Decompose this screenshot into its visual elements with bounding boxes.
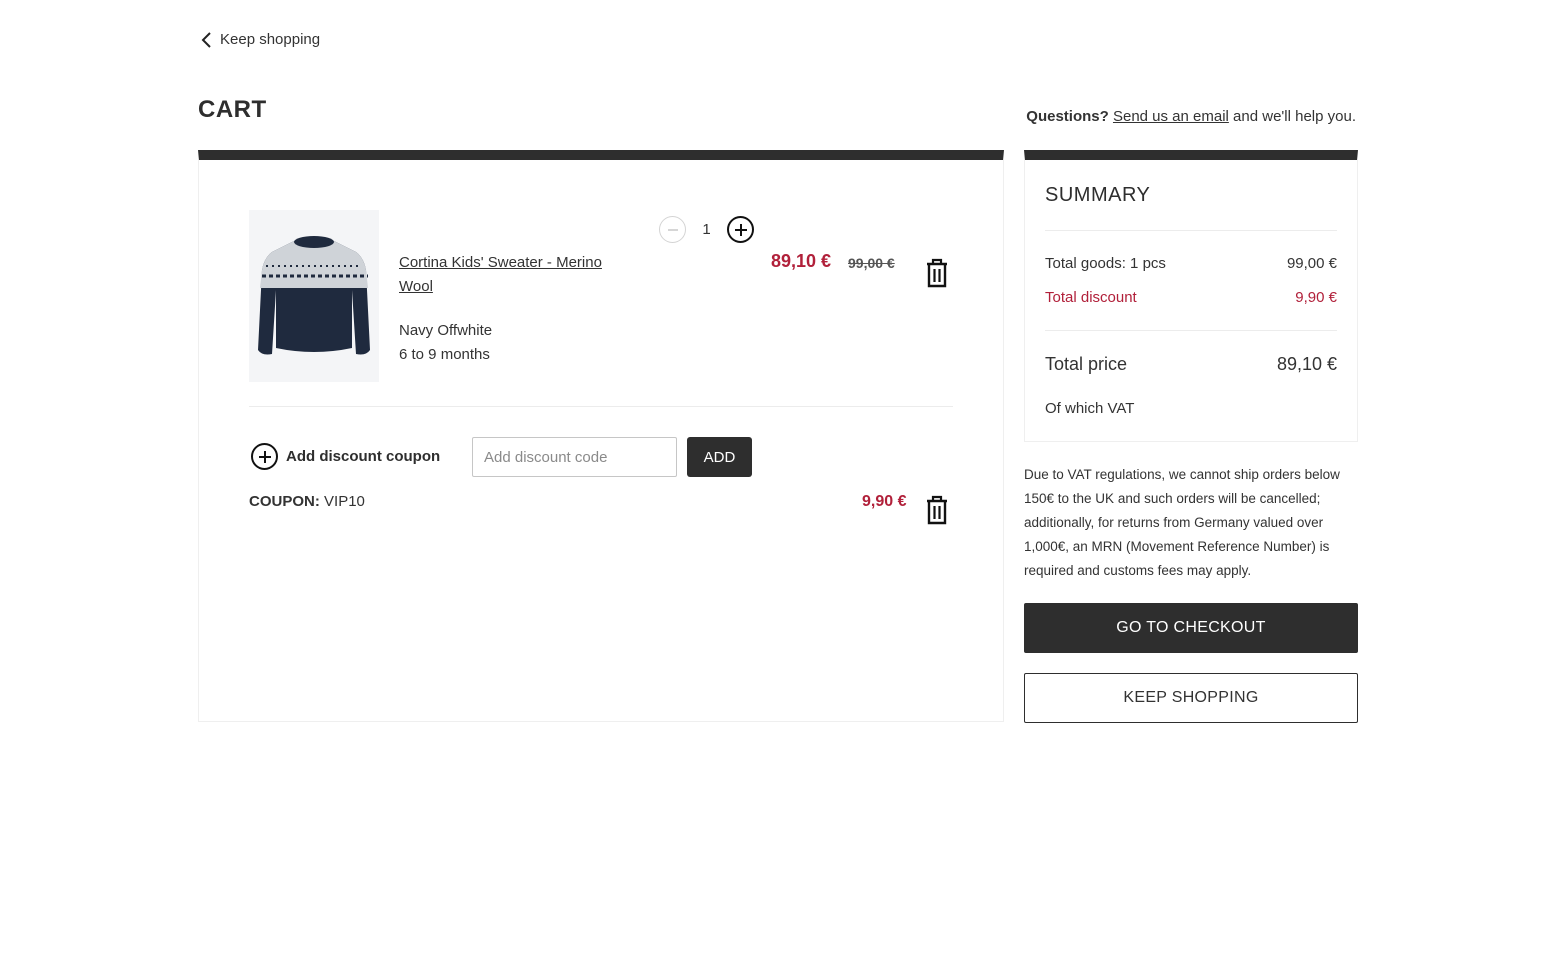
summary-divider xyxy=(1045,230,1337,231)
add-discount-coupon-toggle[interactable]: Add discount coupon xyxy=(251,443,440,470)
add-coupon-button[interactable]: ADD xyxy=(687,437,752,477)
total-goods-row: Total goods: 1 pcs 99,00 € xyxy=(1045,255,1337,272)
applied-coupon-code: VIP10 xyxy=(324,493,365,510)
minus-icon xyxy=(667,228,678,231)
increase-quantity-button[interactable] xyxy=(727,216,754,243)
order-summary: SUMMARY Total goods: 1 pcs 99,00 € Total… xyxy=(1024,150,1358,442)
summary-title: SUMMARY xyxy=(1045,184,1151,206)
add-coupon-plus-icon xyxy=(251,443,278,470)
item-original-price: 99,00 € xyxy=(848,255,895,271)
help-prefix: Questions? xyxy=(1026,108,1109,125)
item-divider xyxy=(249,406,953,407)
add-discount-coupon-label: Add discount coupon xyxy=(286,448,441,465)
total-discount-value: 9,90 € xyxy=(1295,289,1337,306)
total-discount-row: Total discount 9,90 € xyxy=(1045,289,1337,306)
total-goods-label: Total goods: 1 pcs xyxy=(1045,255,1166,272)
total-price-value: 89,10 € xyxy=(1276,354,1337,374)
summary-divider xyxy=(1045,330,1337,331)
decrease-quantity-button[interactable] xyxy=(659,216,686,243)
help-suffix: and we'll help you. xyxy=(1233,108,1356,125)
product-size: 6 to 9 months xyxy=(399,346,490,363)
sweater-icon xyxy=(258,236,370,355)
item-price: 89,10 € xyxy=(771,251,832,271)
total-discount-label: Total discount xyxy=(1045,289,1137,306)
quantity-stepper: 1 xyxy=(659,216,754,243)
vat-label: Of which VAT xyxy=(1045,400,1135,417)
total-price-row: Total price 89,10 € xyxy=(1045,354,1337,375)
product-name-link[interactable]: Cortina Kids' Sweater - Merino Wool xyxy=(399,251,629,299)
keep-shopping-link[interactable]: Keep shopping xyxy=(200,31,320,48)
applied-coupon: COUPON: VIP10 xyxy=(249,493,365,510)
keep-shopping-button[interactable]: KEEP SHOPPING xyxy=(1024,673,1358,723)
send-email-link[interactable]: Send us an email xyxy=(1113,108,1229,125)
applied-coupon-amount: 9,90 € xyxy=(862,493,907,510)
cart-panel: Cortina Kids' Sweater - Merino Wool Navy… xyxy=(198,150,1004,722)
product-color: Navy Offwhite xyxy=(399,322,493,339)
total-goods-value: 99,00 € xyxy=(1286,255,1337,272)
chevron-left-icon xyxy=(201,31,211,48)
plus-icon xyxy=(734,223,747,236)
go-to-checkout-button[interactable]: GO TO CHECKOUT xyxy=(1024,603,1358,653)
product-image[interactable] xyxy=(249,210,379,382)
quantity-value: 1 xyxy=(702,221,711,238)
remove-item-trash-icon[interactable] xyxy=(924,258,950,288)
vat-notice: Due to VAT regulations, we cannot ship o… xyxy=(1024,467,1340,578)
keep-shopping-label: Keep shopping xyxy=(220,31,321,48)
help-text: Questions? Send us an email and we'll he… xyxy=(1026,108,1356,125)
remove-coupon-trash-icon[interactable] xyxy=(924,495,950,525)
applied-coupon-label: COUPON: xyxy=(249,493,320,510)
page-title: CART xyxy=(198,96,267,123)
total-price-label: Total price xyxy=(1045,354,1128,374)
discount-code-input[interactable] xyxy=(472,437,677,477)
